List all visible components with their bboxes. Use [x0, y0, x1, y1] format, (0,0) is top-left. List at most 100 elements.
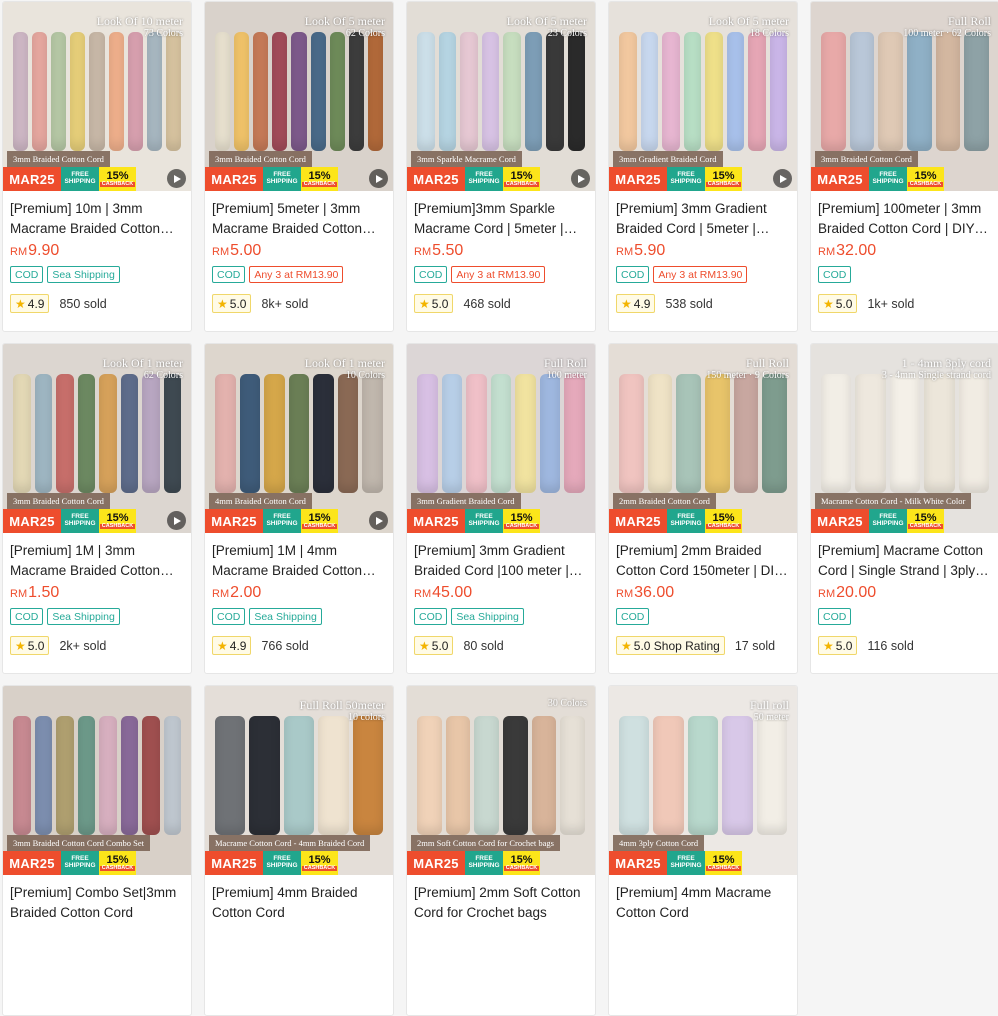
play-video-icon[interactable]	[167, 169, 186, 188]
product-card[interactable]: Full Roll 100 meter 3mm Gradient Braided…	[406, 343, 596, 674]
product-image[interactable]: Look Of 5 meter 23 Colors 3mm Sparkle Ma…	[407, 2, 595, 191]
image-overlay-text: Full Roll 50meter 10 colors	[300, 698, 385, 724]
rating-value: 4.9	[229, 638, 247, 653]
free-line2: SHIPPING	[468, 862, 500, 869]
product-image[interactable]: Full Roll 150 meter · 9 Colors 2mm Braid…	[609, 344, 797, 533]
cord-swatch	[640, 32, 658, 151]
product-image[interactable]: Look Of 1 meter 62 Colors 3mm Braided Co…	[3, 344, 191, 533]
product-card[interactable]: Full roll 50 meter 4mm 3ply Cotton Cord …	[608, 685, 798, 1016]
play-video-icon[interactable]	[773, 169, 792, 188]
cord-swatch	[539, 374, 561, 493]
image-caption: 3mm Gradient Braided Cord	[613, 151, 723, 167]
cod-tag: COD	[10, 608, 44, 625]
product-title[interactable]: [Premium] 1M | 4mm Macrame Braided Cotto…	[212, 541, 386, 581]
product-title[interactable]: [Premium] 2mm Soft Cotton Cord for Croch…	[414, 883, 588, 923]
product-image[interactable]: Look Of 1 meter 10 Colors 4mm Braided Co…	[205, 344, 393, 533]
free-shipping-badge: FREE SHIPPING	[869, 167, 907, 191]
product-image[interactable]: Look Of 5 meter 62 Colors 3mm Braided Co…	[205, 2, 393, 191]
cord-swatch	[13, 374, 31, 493]
cashback-label: CASHBACK	[301, 180, 338, 188]
product-title[interactable]: [Premium] 4mm Macrame Cotton Cord	[616, 883, 790, 923]
product-card[interactable]: Look Of 5 meter 62 Colors 3mm Braided Co…	[204, 1, 394, 332]
overlay-line1: Full Roll	[543, 356, 587, 370]
image-caption: 3mm Braided Cotton Cord	[7, 151, 110, 167]
product-title[interactable]: [Premium] Combo Set|3mm Braided Cotton C…	[10, 883, 184, 923]
currency-label: RM	[818, 588, 836, 600]
product-card[interactable]: Look Of 10 meter 73 Colors 3mm Braided C…	[2, 1, 192, 332]
product-title[interactable]: [Premium]3mm Sparkle Macrame Cord | 5met…	[414, 199, 588, 239]
play-video-icon[interactable]	[369, 511, 388, 530]
product-title[interactable]: [Premium] Macrame Cotton Cord | Single S…	[818, 541, 992, 581]
product-title[interactable]: [Premium] 3mm Gradient Braided Cord |100…	[414, 541, 588, 581]
product-title[interactable]: [Premium] 5meter | 3mm Macrame Braided C…	[212, 199, 386, 239]
cord-swatch	[490, 374, 512, 493]
cord-swatch	[352, 716, 384, 835]
rating-value: 5.0	[229, 296, 247, 311]
product-price: RM5.90	[616, 242, 790, 264]
product-image[interactable]: Look Of 5 meter 18 Colors 3mm Gradient B…	[609, 2, 797, 191]
product-meta: ★ 4.9 538 sold	[616, 294, 790, 313]
cord-swatch	[163, 716, 181, 835]
product-card[interactable]: Look Of 5 meter 23 Colors 3mm Sparkle Ma…	[406, 1, 596, 332]
cashback-label: CASHBACK	[503, 180, 540, 188]
star-icon: ★	[419, 638, 430, 653]
product-image[interactable]: Look Of 10 meter 73 Colors 3mm Braided C…	[3, 2, 191, 191]
product-title[interactable]: [Premium] 10m | 3mm Macrame Braided Cott…	[10, 199, 184, 239]
product-card[interactable]: 30 Colors 2mm Soft Cotton Cord for Croch…	[406, 685, 596, 1016]
product-tags: COD	[818, 266, 992, 286]
cord-swatch	[51, 32, 67, 151]
overlay-line2: 10 Colors	[345, 370, 385, 382]
sold-count: 468 sold	[463, 296, 511, 311]
image-overlay-text: Look Of 1 meter 10 Colors	[305, 356, 385, 382]
cord-swatch	[878, 32, 904, 151]
image-caption: 3mm Gradient Braided Cord	[411, 493, 521, 509]
product-meta: ★ 5.0 2k+ sold	[10, 636, 184, 655]
cord-swatch	[849, 32, 875, 151]
sea-shipping-tag: Sea Shipping	[47, 266, 120, 283]
product-image[interactable]: Full Roll 100 meter · 62 Colors 3mm Brai…	[811, 2, 998, 191]
product-image[interactable]: Full Roll 100 meter 3mm Gradient Braided…	[407, 344, 595, 533]
product-meta: ★ 4.9 766 sold	[212, 636, 386, 655]
promo-banner: MAR25 FREE SHIPPING 15% CASHBACK	[205, 851, 393, 875]
product-card[interactable]: Full Roll 50meter 10 colors Macrame Cott…	[204, 685, 394, 1016]
product-title[interactable]: [Premium] 1M | 3mm Macrame Braided Cotto…	[10, 541, 184, 581]
product-title[interactable]: [Premium] 2mm Braided Cotton Cord 150met…	[616, 541, 790, 581]
free-shipping-badge: FREE SHIPPING	[465, 167, 503, 191]
cord-swatch	[460, 32, 478, 151]
cashback-badge: 15% CASHBACK	[907, 167, 944, 191]
cord-swatch	[662, 32, 680, 151]
play-video-icon[interactable]	[571, 169, 590, 188]
price-value: 9.90	[28, 242, 60, 259]
overlay-line1: Look Of 5 meter	[506, 14, 587, 28]
free-line2: SHIPPING	[670, 862, 702, 869]
cord-swatches	[821, 374, 990, 493]
play-video-icon[interactable]	[167, 511, 186, 530]
product-image[interactable]: Full Roll 50meter 10 colors Macrame Cott…	[205, 686, 393, 875]
cord-swatches	[417, 32, 585, 151]
product-card[interactable]: Full Roll 150 meter · 9 Colors 2mm Braid…	[608, 343, 798, 674]
product-title[interactable]: [Premium] 100meter | 3mm Braided Cotton …	[818, 199, 992, 239]
cord-swatch	[291, 32, 307, 151]
play-video-icon[interactable]	[369, 169, 388, 188]
product-image[interactable]: 1 - 4mm 3ply cord 3 - 4mm Single strand …	[811, 344, 998, 533]
product-image[interactable]: Full roll 50 meter 4mm 3ply Cotton Cord …	[609, 686, 797, 875]
product-image[interactable]: 3mm Braided Cotton Cord Combo Set MAR25 …	[3, 686, 191, 875]
cord-swatches	[619, 32, 787, 151]
product-title[interactable]: [Premium] 3mm Gradient Braided Cord | 5m…	[616, 199, 790, 239]
product-image[interactable]: 30 Colors 2mm Soft Cotton Cord for Croch…	[407, 686, 595, 875]
cashback-label: CASHBACK	[907, 522, 944, 530]
image-caption: 3mm Braided Cotton Cord	[815, 151, 918, 167]
product-card[interactable]: Look Of 5 meter 18 Colors 3mm Gradient B…	[608, 1, 798, 332]
product-card[interactable]: Look Of 1 meter 10 Colors 4mm Braided Co…	[204, 343, 394, 674]
product-card[interactable]: Full Roll 100 meter · 62 Colors 3mm Brai…	[810, 1, 998, 332]
product-card[interactable]: 3mm Braided Cotton Cord Combo Set MAR25 …	[2, 685, 192, 1016]
cord-swatch	[234, 32, 250, 151]
cord-swatch	[120, 716, 138, 835]
mar25-badge: MAR25	[609, 167, 667, 191]
cord-swatch	[417, 374, 438, 493]
product-title[interactable]: [Premium] 4mm Braided Cotton Cord	[212, 883, 386, 923]
cord-swatch	[907, 32, 932, 151]
product-card[interactable]: 1 - 4mm 3ply cord 3 - 4mm Single strand …	[810, 343, 998, 674]
product-card[interactable]: Look Of 1 meter 62 Colors 3mm Braided Co…	[2, 343, 192, 674]
cord-swatch	[56, 716, 74, 835]
